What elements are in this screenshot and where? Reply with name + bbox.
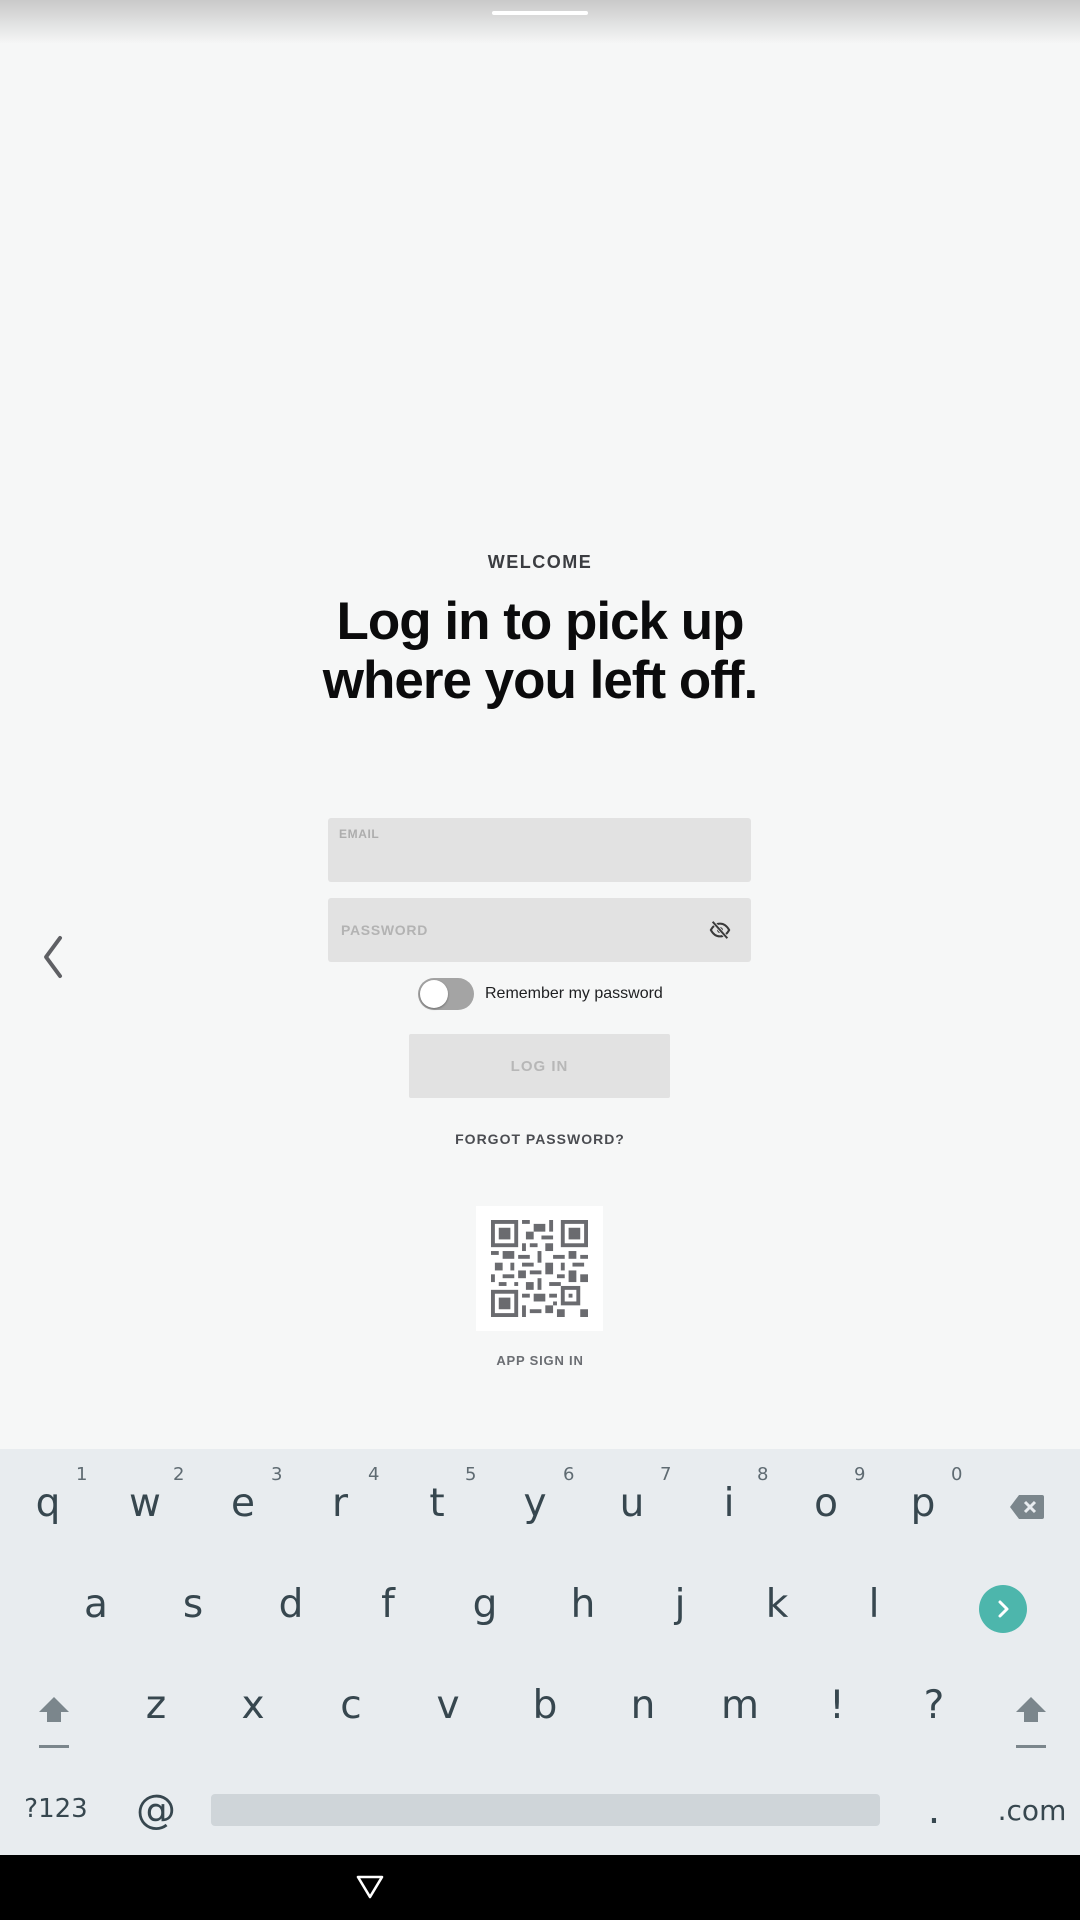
page-title-line-1: Log in to pick up	[336, 592, 745, 651]
login-button[interactable]: LOG IN	[409, 1034, 670, 1098]
key-v[interactable]: v	[424, 1683, 472, 1728]
hint-1: 1	[76, 1464, 88, 1485]
shift-left-icon[interactable]	[36, 1695, 72, 1749]
password-input[interactable]	[328, 898, 751, 962]
key-s[interactable]: s	[169, 1582, 217, 1627]
hint-3: 3	[271, 1464, 283, 1485]
key-p[interactable]: p	[899, 1481, 947, 1526]
key-y[interactable]: y	[511, 1481, 559, 1526]
key-m[interactable]: m	[716, 1683, 764, 1728]
key-h[interactable]: h	[559, 1582, 607, 1627]
key-z[interactable]: z	[132, 1683, 180, 1728]
key-o[interactable]: o	[802, 1481, 850, 1526]
on-screen-keyboard: q w e r t y u i o p 1 2 3 4 5 6 7 8 9 0 …	[0, 1449, 1080, 1855]
at-key[interactable]: @	[132, 1787, 180, 1833]
page-title: Log in to pick up where you left off.	[0, 592, 1080, 710]
qr-code-icon	[491, 1220, 588, 1317]
key-q[interactable]: q	[24, 1481, 72, 1526]
key-l[interactable]: l	[850, 1582, 898, 1627]
qr-caption: APP SIGN IN	[496, 1353, 584, 1368]
go-key[interactable]	[979, 1585, 1027, 1633]
key-x[interactable]: x	[229, 1683, 277, 1728]
key-j[interactable]: j	[656, 1582, 704, 1627]
key-g[interactable]: g	[461, 1582, 509, 1627]
symbols-key[interactable]: ?123	[14, 1794, 98, 1824]
qr-code	[476, 1206, 603, 1331]
email-field[interactable]: EMAIL	[328, 818, 751, 882]
key-question[interactable]: ?	[910, 1683, 958, 1728]
remember-label: Remember my password	[485, 985, 663, 1002]
remember-toggle[interactable]	[418, 978, 474, 1010]
remember-row[interactable]: Remember my password	[418, 978, 718, 1010]
eye-off-icon[interactable]	[709, 919, 731, 941]
key-exclamation[interactable]: !	[813, 1683, 861, 1728]
key-f[interactable]: f	[364, 1582, 412, 1627]
period-key[interactable]: .	[910, 1787, 958, 1833]
key-r[interactable]: r	[316, 1481, 364, 1526]
hint-9: 9	[854, 1464, 866, 1485]
dotcom-key[interactable]: .com	[992, 1794, 1072, 1827]
key-e[interactable]: e	[219, 1481, 267, 1526]
hint-4: 4	[368, 1464, 380, 1485]
spacebar[interactable]	[211, 1794, 880, 1826]
page-title-line-2: where you left off.	[322, 651, 758, 710]
system-navigation-bar	[0, 1855, 1080, 1920]
toggle-knob	[420, 980, 448, 1008]
key-c[interactable]: c	[327, 1683, 375, 1728]
key-n[interactable]: n	[619, 1683, 667, 1728]
key-t[interactable]: t	[413, 1481, 461, 1526]
hint-2: 2	[173, 1464, 185, 1485]
key-w[interactable]: w	[121, 1481, 169, 1526]
key-i[interactable]: i	[705, 1481, 753, 1526]
key-b[interactable]: b	[521, 1683, 569, 1728]
hint-5: 5	[465, 1464, 477, 1485]
password-field[interactable]	[328, 898, 751, 962]
chevron-right-icon	[998, 1600, 1009, 1618]
hint-7: 7	[660, 1464, 672, 1485]
email-input[interactable]	[328, 818, 751, 882]
welcome-eyebrow: WELCOME	[487, 552, 593, 572]
drag-handle[interactable]	[492, 11, 588, 15]
hint-0: 0	[951, 1464, 963, 1485]
shift-right-icon[interactable]	[1013, 1695, 1049, 1749]
key-k[interactable]: k	[753, 1582, 801, 1627]
key-a[interactable]: a	[72, 1582, 120, 1627]
backspace-icon[interactable]	[1009, 1494, 1045, 1520]
hint-8: 8	[757, 1464, 769, 1485]
back-chevron-icon[interactable]	[38, 932, 68, 982]
hint-6: 6	[563, 1464, 575, 1485]
key-u[interactable]: u	[608, 1481, 656, 1526]
nav-back-icon[interactable]	[355, 1874, 385, 1900]
forgot-password-link[interactable]: FORGOT PASSWORD?	[0, 1131, 1080, 1147]
top-shade	[0, 0, 1080, 44]
key-d[interactable]: d	[267, 1582, 315, 1627]
